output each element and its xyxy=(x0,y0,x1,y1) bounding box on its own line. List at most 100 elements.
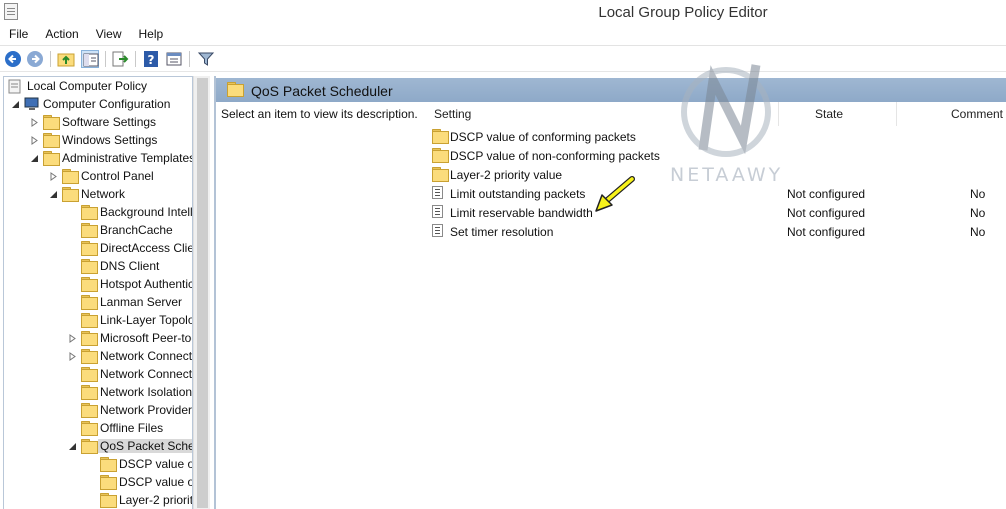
menu-help[interactable]: Help xyxy=(130,24,172,41)
toolbar-separator xyxy=(50,51,51,67)
tree-item-label: Local Computer Policy xyxy=(27,79,148,93)
folder-icon xyxy=(81,421,98,436)
folder-icon xyxy=(81,331,98,346)
tree-item[interactable]: Lanman Server xyxy=(4,294,192,312)
tree-item[interactable]: Computer Configuration xyxy=(4,96,192,114)
expand-arrow-expanded-icon[interactable] xyxy=(30,154,39,163)
toolbar-separator xyxy=(189,51,190,67)
tree-item[interactable]: Local Computer Policy xyxy=(4,78,192,96)
tree-item[interactable]: Hotspot Authentication xyxy=(4,276,192,294)
tree-item-label: Computer Configuration xyxy=(43,97,171,111)
help-icon[interactable]: ? xyxy=(142,50,160,68)
tree-item[interactable]: Network Connectivity Status Indicator xyxy=(4,366,193,384)
tree-item-label: DirectAccess Client Experience Settings xyxy=(100,241,192,255)
toolbar: ? xyxy=(0,45,1006,72)
policy-setting-icon xyxy=(432,205,443,218)
tree-item-label: Network Provider xyxy=(100,403,193,417)
pane-divider[interactable] xyxy=(214,76,216,509)
folder-icon xyxy=(62,187,79,202)
show-hide-tree-icon[interactable] xyxy=(81,50,99,68)
filter-icon[interactable] xyxy=(197,50,215,68)
folder-icon xyxy=(100,475,117,490)
back-icon[interactable] xyxy=(4,50,22,68)
expand-arrow-expanded-icon[interactable] xyxy=(49,190,58,199)
folder-icon xyxy=(43,115,60,130)
folder-icon xyxy=(227,82,244,97)
folder-icon xyxy=(81,241,98,256)
expand-arrow-collapsed-icon[interactable] xyxy=(30,118,39,127)
setting-state: Not configured xyxy=(787,206,866,220)
tree-item[interactable]: Administrative Templates xyxy=(4,150,193,168)
tree-item-label: Network xyxy=(81,187,126,201)
tree-item-label: Link-Layer Topology Discovery xyxy=(100,313,192,327)
expand-arrow-expanded-icon[interactable] xyxy=(68,442,77,451)
tree-item[interactable]: QoS Packet Scheduler xyxy=(4,438,192,456)
menu-action[interactable]: Action xyxy=(36,24,86,41)
up-folder-icon[interactable] xyxy=(57,50,75,68)
folder-icon xyxy=(100,457,117,472)
setting-row[interactable]: Set timer resolution Not configured No xyxy=(426,222,1006,241)
tree-item[interactable]: Control Panel xyxy=(4,168,192,186)
tree-pane: Local Computer Policy Computer Configurat… xyxy=(3,76,193,509)
menu-view[interactable]: View xyxy=(87,24,130,41)
menu-file[interactable]: File xyxy=(0,24,36,41)
forward-icon[interactable] xyxy=(26,50,44,68)
column-header-comment[interactable]: Comment xyxy=(951,107,1003,121)
tree-item[interactable]: DSCP value of conforming packets xyxy=(4,456,192,474)
tree-item[interactable]: Network xyxy=(4,186,192,204)
export-list-icon[interactable] xyxy=(111,50,129,68)
folder-icon xyxy=(81,367,98,382)
tree-item[interactable]: Software Settings xyxy=(4,114,192,132)
tree-item[interactable]: DSCP value of non-conforming packets xyxy=(4,474,192,492)
tree-item-label: Administrative Templates xyxy=(62,151,193,165)
setting-comment: No xyxy=(970,225,986,239)
tree-item-label: Network Connectivity Status Indicator xyxy=(100,367,193,381)
tree-item[interactable]: Network Connections xyxy=(4,348,193,366)
tree-item[interactable]: DNS Client xyxy=(4,258,192,276)
tree-item[interactable]: Network Provider xyxy=(4,402,193,420)
tree-item-label: DNS Client xyxy=(100,259,160,273)
tree-item[interactable]: Background Intelligent Transfer Service xyxy=(4,204,192,222)
tree-item-label: Network Connections xyxy=(100,349,193,363)
tree-item[interactable]: DirectAccess Client Experience Settings xyxy=(4,240,192,258)
tree-item-label: Microsoft Peer-to-Peer Networking Servic… xyxy=(100,331,192,345)
folder-icon xyxy=(81,205,98,220)
setting-row[interactable]: Limit reservable bandwidth Not configured… xyxy=(426,203,1006,222)
tree-item-label: BranchCache xyxy=(100,223,173,237)
column-divider[interactable] xyxy=(896,102,897,126)
folder-icon xyxy=(432,167,449,182)
properties-icon[interactable] xyxy=(165,50,183,68)
tree-item[interactable]: Network Isolation xyxy=(4,384,192,402)
folder-icon xyxy=(81,277,98,292)
details-header: QoS Packet Scheduler xyxy=(216,78,1006,102)
expand-arrow-collapsed-icon[interactable] xyxy=(49,172,58,181)
svg-text:?: ? xyxy=(148,53,155,67)
folder-icon xyxy=(81,295,98,310)
expand-arrow-expanded-icon[interactable] xyxy=(11,100,20,109)
folder-icon xyxy=(81,313,98,328)
policy-icon xyxy=(8,79,24,94)
watermark-text: NETAAWY xyxy=(670,164,784,186)
tree-item[interactable]: Offline Files xyxy=(4,420,192,438)
scrollbar-thumb[interactable] xyxy=(197,78,208,508)
computer-icon xyxy=(24,97,40,111)
expand-arrow-collapsed-icon[interactable] xyxy=(68,334,77,343)
tree-item[interactable]: Windows Settings xyxy=(4,132,192,150)
column-header-setting[interactable]: Setting xyxy=(434,107,471,121)
tree-item[interactable]: BranchCache xyxy=(4,222,192,240)
tree-item-label: Software Settings xyxy=(62,115,157,129)
tree-item-label: Layer-2 priority value xyxy=(119,493,193,507)
tree-item[interactable]: Microsoft Peer-to-Peer Networking Servic… xyxy=(4,330,192,348)
setting-state: Not configured xyxy=(787,225,866,239)
folder-icon xyxy=(81,403,98,418)
tree-item-label: Hotspot Authentication xyxy=(100,277,192,291)
tree-scrollbar[interactable] xyxy=(193,76,210,509)
tree-item[interactable]: Layer-2 priority value xyxy=(4,492,193,509)
tree-item[interactable]: Link-Layer Topology Discovery xyxy=(4,312,192,330)
expand-arrow-collapsed-icon[interactable] xyxy=(68,352,77,361)
expand-arrow-collapsed-icon[interactable] xyxy=(30,136,39,145)
setting-name: DSCP value of conforming packets xyxy=(450,130,636,144)
watermark-logo: NETAAWY xyxy=(668,60,828,190)
setting-comment: No xyxy=(970,187,986,201)
folder-icon xyxy=(43,151,60,166)
